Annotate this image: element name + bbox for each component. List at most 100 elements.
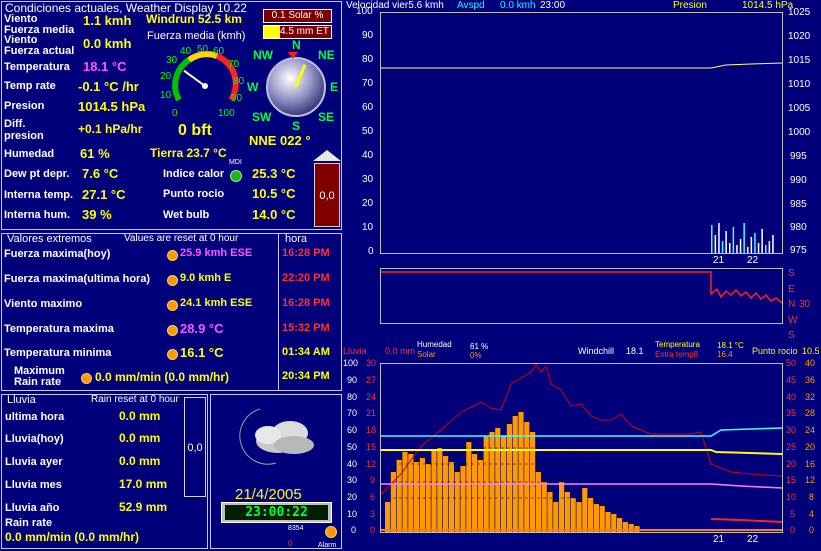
tick-hum-80: 80 bbox=[347, 392, 358, 402]
value-interna-hum: 39 % bbox=[82, 207, 112, 222]
solar-bar bbox=[582, 488, 588, 532]
tick-rain-9: 9 bbox=[370, 475, 376, 485]
value-viento-media: 1.1 kmh bbox=[83, 13, 132, 28]
tick-r-1020: 1020 bbox=[788, 31, 811, 42]
wind-bar bbox=[721, 241, 724, 253]
tick-br-0: 0 bbox=[790, 525, 796, 535]
extremes-hora-title: hora bbox=[285, 233, 308, 245]
compass-pointer-icon bbox=[288, 52, 298, 59]
extreme-value-3: 28.9 °C bbox=[180, 321, 224, 336]
graph-bottom-temperatura: Temperatura bbox=[655, 340, 700, 349]
et-box: 4.5 mm ET bbox=[263, 25, 332, 39]
gauge-tick-70: 70 bbox=[228, 59, 240, 70]
solar-bar bbox=[437, 448, 443, 532]
alarm-label: Alarm bbox=[318, 542, 337, 549]
gauge-title: Fuerza media (kmh) bbox=[147, 30, 246, 42]
label-interna-temp: Interna temp. bbox=[4, 189, 74, 201]
mdi-indicator-icon[interactable] bbox=[230, 170, 242, 182]
rain-label-1: Lluvia(hoy) bbox=[5, 433, 64, 445]
tick-br-45: 45 bbox=[786, 375, 797, 385]
tick-bf-36: 36 bbox=[805, 375, 816, 385]
dir-label-e: E bbox=[788, 284, 795, 295]
et-bar bbox=[264, 26, 280, 38]
tick-l-90: 90 bbox=[362, 30, 374, 41]
wind-bar bbox=[765, 245, 767, 253]
tick-hum-30: 30 bbox=[347, 475, 358, 485]
rain-title: Lluvia bbox=[7, 394, 36, 406]
extreme-indicator-4 bbox=[167, 349, 178, 360]
et-value: 4.5 mm ET bbox=[280, 26, 329, 37]
wind-direction: NNE 022 ° bbox=[249, 133, 311, 148]
label-wet-bulb: Wet bulb bbox=[163, 209, 210, 221]
solar-bar bbox=[593, 504, 599, 532]
solar-bar bbox=[448, 462, 454, 532]
solar-bar bbox=[553, 502, 559, 532]
tick-rain-0: 0 bbox=[370, 525, 376, 535]
label-humedad: Humedad bbox=[4, 148, 55, 160]
tick-rain-30: 30 bbox=[366, 358, 377, 368]
value-dew-pt: 7.6 °C bbox=[82, 166, 119, 181]
tick-rain-24: 24 bbox=[366, 392, 377, 402]
value-interna-temp: 27.1 °C bbox=[82, 187, 126, 202]
gauge-tick-20: 20 bbox=[160, 71, 172, 82]
solar-box: 0.1 Solar % bbox=[263, 9, 332, 23]
rain-reset-note: Rain reset at 0 hour bbox=[91, 394, 179, 405]
solar-bar bbox=[419, 458, 425, 532]
rain-rate-label: Rain rate bbox=[5, 517, 53, 529]
extreme-value-2: 24.1 kmh ESE bbox=[180, 297, 253, 309]
graph-bottom-extra: Extra temp8 bbox=[655, 350, 699, 359]
solar-bars bbox=[385, 412, 640, 532]
rain-value-3: 17.0 mm bbox=[119, 477, 168, 491]
graph-top-x-21: 21 bbox=[713, 255, 725, 266]
rain-rate-value: 0.0 mm/min (0.0 mm/hr) bbox=[5, 530, 140, 544]
wind-bar bbox=[750, 237, 753, 253]
tick-l-10: 10 bbox=[362, 222, 374, 233]
dir-label-n: N bbox=[788, 299, 796, 310]
extremes-reset-note: Values are reset at 0 hour bbox=[124, 233, 239, 244]
graph-bottom-x-21: 21 bbox=[713, 534, 725, 545]
wind-bar bbox=[729, 243, 731, 253]
compass-label-w: W bbox=[247, 80, 259, 94]
value-temperatura: 18.1 °C bbox=[83, 59, 127, 74]
extreme-value-1: 9.0 kmh E bbox=[180, 272, 232, 284]
solar-bar bbox=[466, 442, 472, 532]
tick-hum-70: 70 bbox=[347, 408, 358, 418]
tick-br-5: 5 bbox=[790, 509, 796, 519]
tick-hum-0: 0 bbox=[351, 525, 357, 535]
tick-l-100: 100 bbox=[356, 6, 373, 17]
solar-bar bbox=[443, 456, 449, 532]
solar-bar bbox=[385, 502, 391, 532]
tick-br-15: 15 bbox=[786, 475, 797, 485]
tick-r-990: 990 bbox=[790, 175, 807, 186]
solar-bar bbox=[477, 460, 483, 532]
dir-label-w: W bbox=[788, 315, 798, 326]
graph-top-vel-value: 5.6 kmh bbox=[408, 0, 444, 11]
gauge-tick-80: 80 bbox=[233, 76, 245, 87]
dir-n-value: 30 bbox=[799, 299, 811, 310]
alarm-zero: 0 bbox=[288, 539, 293, 548]
tick-l-30: 30 bbox=[362, 174, 374, 185]
gauge-tick-100: 100 bbox=[218, 108, 235, 119]
rain-value-1: 0.0 mm bbox=[119, 431, 161, 445]
tick-l-80: 80 bbox=[362, 54, 374, 65]
compass-label-s: S bbox=[292, 119, 301, 133]
tick-r-980: 980 bbox=[790, 222, 807, 233]
gauge-tick-90: 90 bbox=[231, 93, 243, 104]
extreme-label-5b: Rain rate bbox=[14, 376, 62, 388]
gauge-tick-60: 60 bbox=[213, 46, 225, 57]
label-diff-presion: presion bbox=[4, 130, 44, 142]
rain-value-0: 0.0 mm bbox=[119, 409, 161, 423]
wind-bar bbox=[736, 245, 738, 253]
solar-bar bbox=[599, 506, 605, 532]
up-arrow-icon[interactable] bbox=[313, 150, 341, 161]
tick-bf-12: 12 bbox=[805, 475, 816, 485]
alarm-indicator-icon[interactable] bbox=[325, 526, 337, 538]
tick-bf-24: 24 bbox=[805, 425, 816, 435]
tick-l-20: 20 bbox=[362, 198, 374, 209]
label-indice-calor: Indice calor bbox=[163, 168, 225, 180]
solar-bar bbox=[588, 498, 594, 532]
label-dew-pt: Dew pt depr. bbox=[4, 168, 70, 180]
tick-br-35: 35 bbox=[786, 408, 797, 418]
rain-label-3: Lluvia mes bbox=[5, 479, 62, 491]
graph-top-presion-value: 1014.5 hPa bbox=[742, 0, 794, 11]
